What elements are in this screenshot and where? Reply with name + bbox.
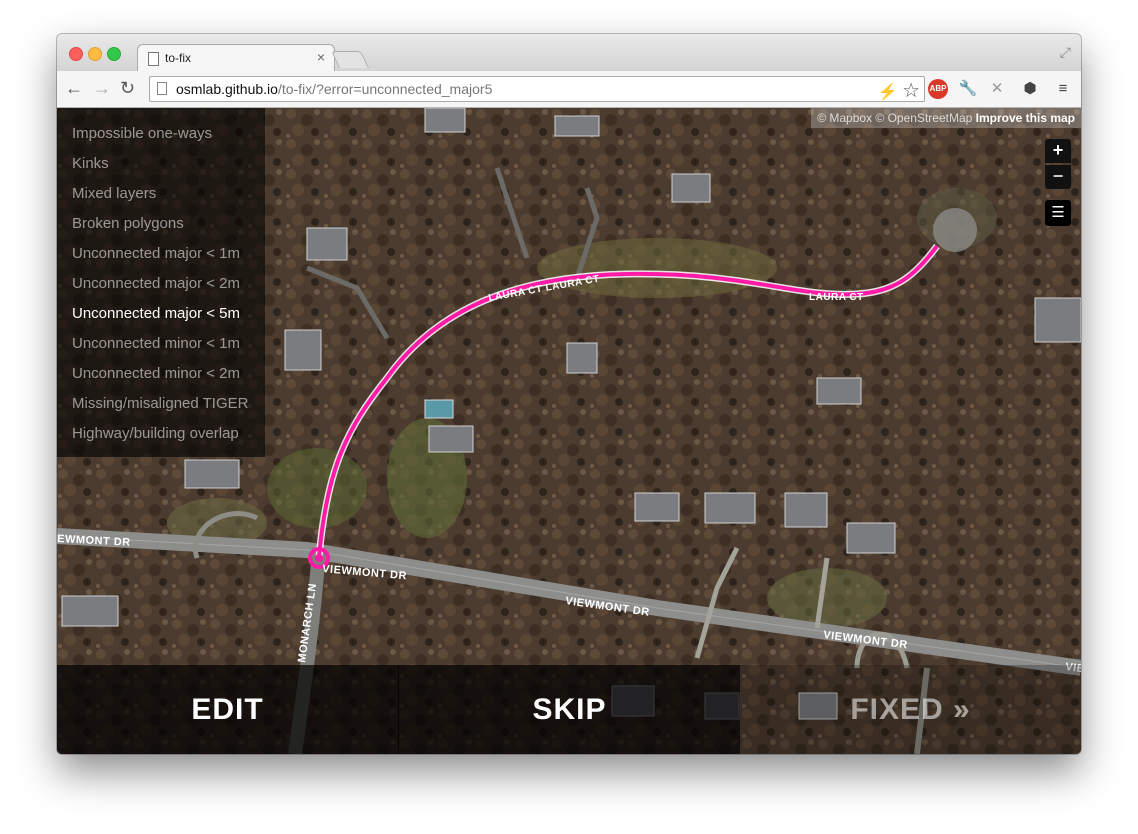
action-bar: EDIT SKIP FIXED » (57, 665, 1081, 754)
page-icon (157, 82, 167, 95)
window-zoom-button[interactable] (107, 47, 121, 61)
improve-map-link[interactable]: Improve this map (976, 111, 1075, 125)
url-path: /to-fix/?error=unconnected_major5 (277, 81, 493, 97)
wrench-icon[interactable]: 🔧 (958, 79, 978, 99)
error-type-item[interactable]: Unconnected minor < 2m (57, 361, 265, 391)
attribution-text: © Mapbox © OpenStreetMap (817, 111, 976, 125)
zoom-in-button[interactable]: + (1045, 139, 1071, 163)
error-type-item[interactable]: Unconnected minor < 1m (57, 331, 265, 361)
street-label: LAURA CT (809, 292, 864, 303)
error-type-item[interactable]: Broken polygons (57, 211, 265, 241)
bolt-icon[interactable]: ⚡ (878, 84, 898, 101)
reload-button[interactable]: ↻ (120, 78, 135, 98)
back-button[interactable]: ← (65, 78, 83, 98)
new-tab-button[interactable] (331, 51, 369, 68)
layers-icon: ☰ (1051, 204, 1065, 221)
url-text[interactable]: osmlab.github.io/to-fix/?error=unconnect… (176, 81, 492, 97)
error-type-item[interactable]: Missing/misaligned TIGER (57, 391, 265, 421)
error-type-list: Impossible one-ways Kinks Mixed layers B… (57, 108, 265, 451)
adblock-plus-icon[interactable]: ABP (928, 79, 948, 99)
tab-strip: to-fix × ⤢ (57, 34, 1081, 72)
error-type-sidebar: Impossible one-ways Kinks Mixed layers B… (57, 108, 265, 457)
tab-title: to-fix (165, 51, 192, 65)
browser-window: to-fix × ⤢ ← → ↻ osmlab.github.io/to-fix… (57, 34, 1081, 754)
hexagon-extension-icon[interactable]: ⬢ (1020, 79, 1040, 99)
page-icon (148, 52, 159, 66)
window-minimize-button[interactable] (88, 47, 102, 61)
error-type-item[interactable]: Unconnected major < 1m (57, 241, 265, 271)
error-type-item[interactable]: Kinks (57, 151, 265, 181)
error-type-item-active[interactable]: Unconnected major < 5m (57, 301, 265, 331)
map-canvas[interactable]: EWMONT DR VIEWMONT DR VIEWMONT DR VIEWMO… (57, 108, 1081, 754)
edit-button[interactable]: EDIT (57, 665, 399, 754)
omnibox-icons: ⚡ ☆ (878, 78, 920, 103)
fullscreen-icon[interactable]: ⤢ (1060, 44, 1071, 61)
pin-icon[interactable]: ✕ (987, 79, 1007, 99)
error-type-item[interactable]: Unconnected major < 2m (57, 271, 265, 301)
error-type-item[interactable]: Highway/building overlap (57, 421, 265, 451)
forward-button[interactable]: → (93, 78, 111, 98)
layers-button[interactable]: ☰ (1045, 200, 1071, 226)
zoom-out-button[interactable]: − (1045, 165, 1071, 189)
menu-icon[interactable]: ≡ (1053, 79, 1073, 99)
bookmark-star-icon[interactable]: ☆ (902, 80, 920, 102)
skip-button[interactable]: SKIP (399, 665, 740, 754)
window-close-button[interactable] (69, 47, 83, 61)
map-attribution: © Mapbox © OpenStreetMap Improve this ma… (811, 108, 1081, 128)
error-type-item[interactable]: Impossible one-ways (57, 121, 265, 151)
browser-toolbar: ← → ↻ osmlab.github.io/to-fix/?error=unc… (57, 71, 1081, 108)
fixed-button[interactable]: FIXED » (740, 665, 1081, 754)
browser-tab[interactable]: to-fix × (137, 44, 335, 72)
error-type-item[interactable]: Mixed layers (57, 181, 265, 211)
tab-close-icon[interactable]: × (317, 49, 325, 65)
url-host: osmlab.github.io (176, 81, 278, 97)
address-bar[interactable]: osmlab.github.io/to-fix/?error=unconnect… (149, 76, 925, 102)
